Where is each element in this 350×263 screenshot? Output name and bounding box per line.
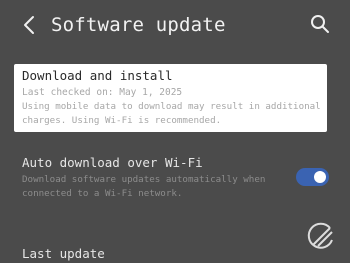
chevron-left-icon: [24, 16, 34, 34]
last-checked-text: Last checked on: May 1, 2025: [22, 87, 183, 98]
toggle-knob: [314, 171, 326, 183]
download-install-title: Download and install: [22, 68, 173, 83]
search-button[interactable]: [308, 12, 332, 36]
search-icon: [311, 15, 329, 33]
mobile-data-note: Using mobile data to download may result…: [22, 101, 321, 126]
auto-download-description: Download software updates automatically …: [22, 174, 266, 199]
watermark-logo-icon: [303, 219, 337, 253]
back-button[interactable]: [18, 12, 40, 38]
auto-download-toggle[interactable]: [296, 168, 329, 186]
last-update-item[interactable]: Last update: [22, 246, 105, 262]
page-title: Software update: [51, 14, 226, 36]
app-header: Software update: [0, 0, 350, 50]
auto-download-title: Auto download over Wi-Fi: [22, 155, 203, 170]
